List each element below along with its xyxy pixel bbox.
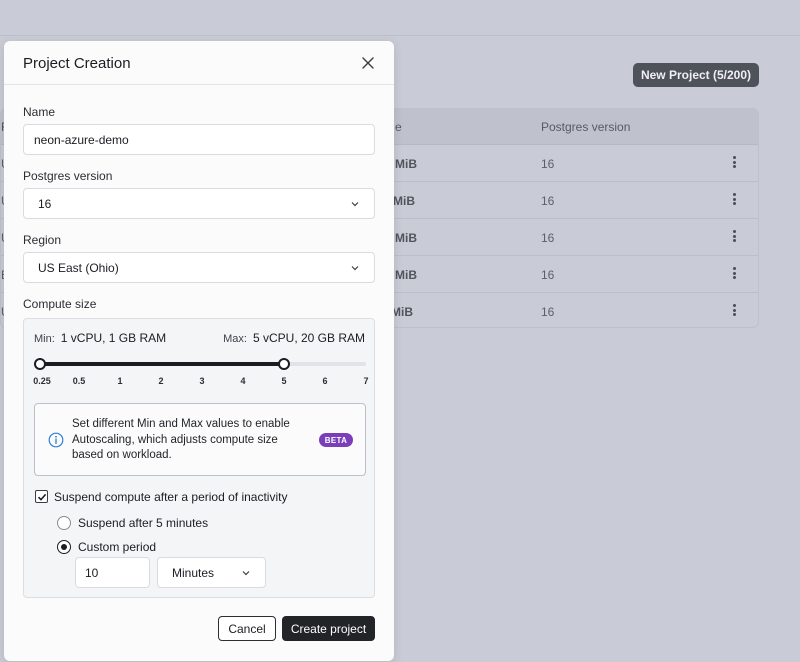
name-input[interactable]	[23, 124, 375, 155]
slider-tick-label: 2	[158, 376, 164, 386]
info-icon	[48, 432, 64, 448]
row-menu-icon[interactable]	[730, 191, 738, 207]
close-icon[interactable]	[361, 56, 375, 70]
autoscaling-info-text: Set different Min and Max values to enab…	[72, 418, 290, 461]
slider-tick-label: 0.25	[33, 376, 51, 386]
max-slider-handle[interactable]	[278, 358, 290, 370]
compute-size-label: Compute size	[23, 297, 97, 311]
compute-slider-range	[40, 362, 284, 366]
suspend-compute-label[interactable]: Suspend compute after a period of inacti…	[54, 490, 287, 504]
version-cell: 16	[541, 231, 555, 245]
postgres-version-select[interactable]: 16	[23, 188, 375, 219]
row-menu-icon[interactable]	[730, 154, 738, 170]
name-label: Name	[23, 105, 56, 119]
compute-size-panel: Min: 1 vCPU, 1 GB RAM Max: 5 vCPU, 20 GB R…	[23, 318, 375, 598]
chevron-down-icon	[351, 265, 359, 270]
chevron-down-icon	[351, 201, 359, 206]
chevron-down-icon	[242, 570, 250, 575]
table-header-postgres-version: Postgres version	[541, 120, 631, 134]
checkmark-icon	[37, 493, 47, 501]
suspend-compute-checkbox[interactable]	[35, 490, 48, 503]
min-prefix: Min:	[34, 333, 55, 345]
period-unit-value: Minutes	[172, 565, 215, 580]
version-cell: 16	[541, 305, 555, 319]
cancel-button[interactable]: Cancel	[218, 616, 276, 641]
max-compute-value: 5 vCPU, 20 GB RAM	[252, 331, 365, 345]
dialog-title: Project Creation	[23, 55, 131, 72]
region-value: US East (Ohio)	[38, 260, 119, 275]
suspend-5min-label[interactable]: Suspend after 5 minutes	[78, 516, 208, 530]
postgres-version-value: 16	[38, 196, 52, 211]
max-prefix: Max:	[223, 333, 247, 345]
slider-tick-label: 0.5	[72, 376, 86, 386]
storage-cell: MiB	[393, 194, 415, 208]
slider-tick-label: 3	[199, 376, 205, 386]
dialog-header: Project Creation	[4, 41, 394, 85]
compute-slider-track[interactable]	[38, 362, 366, 366]
beta-badge: BETA	[319, 433, 353, 447]
min-compute-value: 1 vCPU, 1 GB RAM	[60, 331, 167, 345]
slider-tick-label: 4	[240, 376, 246, 386]
postgres-version-label: Postgres version	[23, 169, 113, 183]
storage-cell: MiB	[395, 231, 417, 245]
create-project-button[interactable]: Create project	[282, 616, 375, 641]
region-label: Region	[23, 233, 62, 247]
version-cell: 16	[541, 194, 555, 208]
slider-tick-label: 5	[281, 376, 287, 386]
row-menu-icon[interactable]	[730, 302, 738, 318]
custom-period-radio[interactable]	[57, 540, 71, 554]
version-cell: 16	[541, 268, 555, 282]
version-cell: 16	[541, 157, 555, 171]
autoscaling-info-box: Set different Min and Max values to enab…	[34, 403, 366, 476]
suspend-5min-radio[interactable]	[57, 516, 71, 530]
slider-tick-label: 6	[322, 376, 328, 386]
storage-cell: MiB	[395, 268, 417, 282]
row-menu-icon[interactable]	[730, 228, 738, 244]
max-compute: Max: 5 vCPU, 20 GB RAM	[223, 331, 365, 345]
region-select[interactable]: US East (Ohio)	[23, 252, 375, 283]
min-slider-handle[interactable]	[34, 358, 46, 370]
period-unit-select[interactable]: Minutes	[157, 557, 266, 588]
top-bar	[0, 0, 800, 36]
new-project-button[interactable]: New Project (5/200)	[633, 63, 759, 87]
row-menu-icon[interactable]	[730, 265, 738, 281]
custom-period-label[interactable]: Custom period	[78, 540, 156, 554]
storage-cell: MiB	[391, 305, 413, 319]
project-creation-dialog: Project Creation Name Postgres version 1…	[4, 41, 394, 661]
table-header-storage: e	[395, 120, 402, 134]
slider-tick-label: 1	[117, 376, 123, 386]
slider-tick-label: 7	[363, 376, 369, 386]
min-compute: Min: 1 vCPU, 1 GB RAM	[34, 331, 166, 345]
storage-cell: MiB	[395, 157, 417, 171]
custom-period-input[interactable]	[75, 557, 150, 588]
